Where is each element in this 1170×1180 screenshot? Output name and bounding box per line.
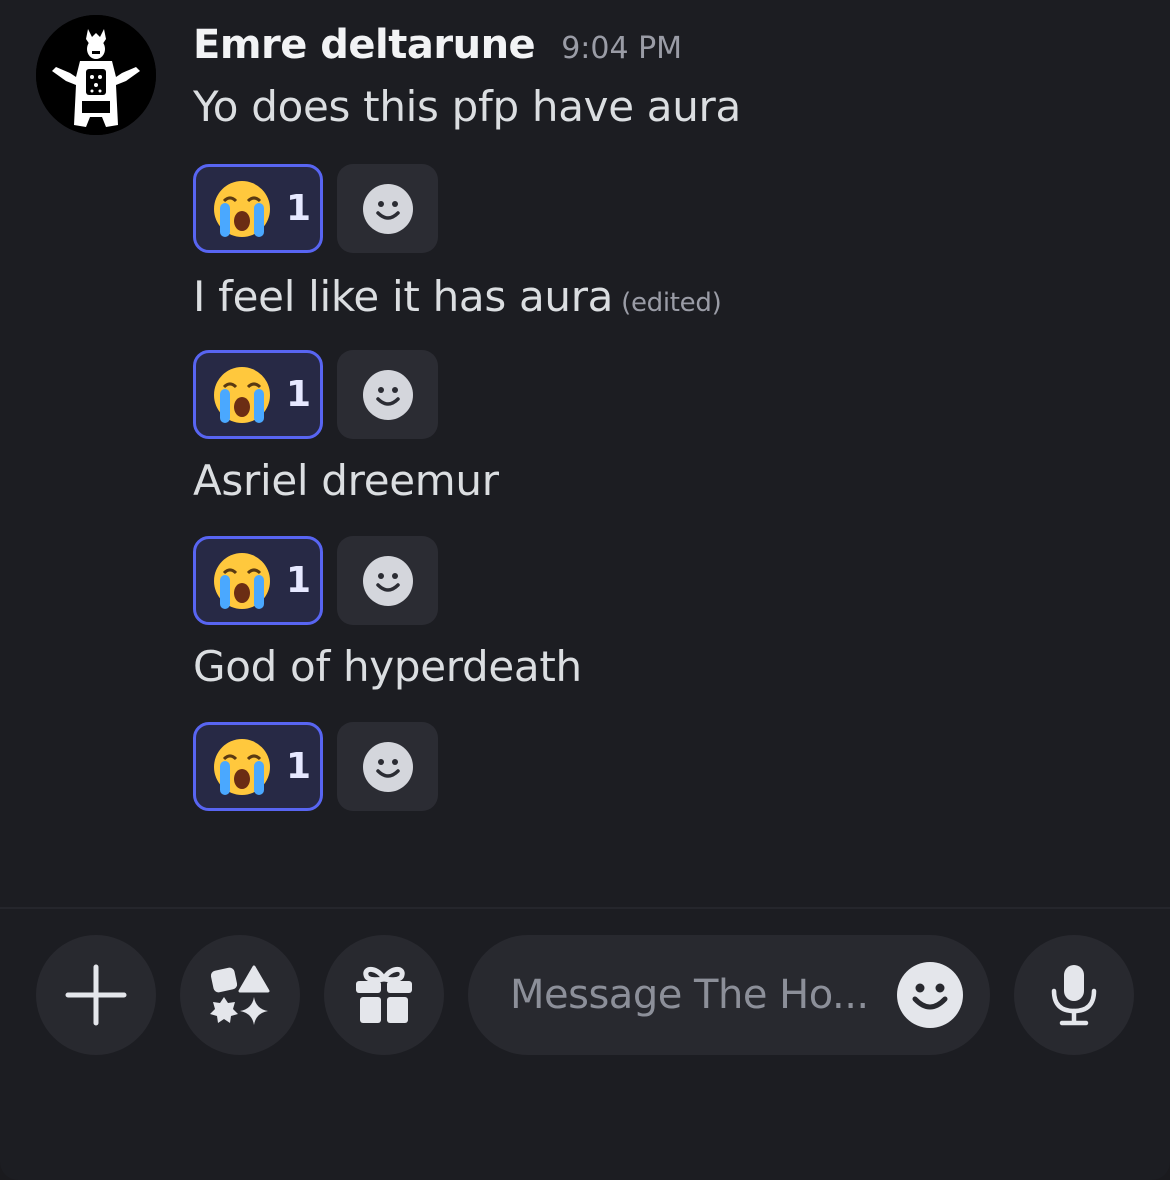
reaction-crying[interactable]: 1: [193, 350, 323, 439]
message-header: Emre deltarune 9:04 PM: [193, 22, 682, 78]
reaction-crying[interactable]: 1: [193, 536, 323, 625]
smiley-icon: [362, 183, 413, 234]
apps-button[interactable]: [180, 935, 300, 1055]
composer-divider: [0, 907, 1170, 909]
message-line[interactable]: I feel like it has aura (edited): [193, 272, 722, 321]
reaction-count: 1: [286, 188, 312, 229]
smiley-icon: [362, 369, 413, 420]
reaction-count: 1: [286, 374, 312, 415]
apps-icon: [210, 965, 270, 1025]
reaction-count: 1: [286, 746, 312, 787]
message-line[interactable]: Asriel dreemur: [193, 456, 499, 505]
message-line[interactable]: God of hyperdeath: [193, 642, 582, 691]
reaction-crying[interactable]: 1: [193, 164, 323, 253]
reaction-crying[interactable]: 1: [193, 722, 323, 811]
message-line[interactable]: Yo does this pfp have aura: [193, 82, 741, 131]
reaction-bar: 1: [193, 350, 438, 440]
message-text: Yo does this pfp have aura: [193, 82, 741, 131]
reaction-bar: 1: [193, 722, 438, 812]
author-name[interactable]: Emre deltarune: [193, 22, 536, 68]
reaction-bar: 1: [193, 164, 438, 254]
message-input[interactable]: [508, 971, 882, 1019]
reaction-count: 1: [286, 560, 312, 601]
message-text: Asriel dreemur: [193, 456, 499, 505]
smiley-icon: [362, 741, 413, 792]
edited-label: (edited): [621, 288, 722, 318]
microphone-icon: [1051, 965, 1097, 1026]
emoji-picker-icon[interactable]: [896, 961, 964, 1029]
loudly-crying-face-icon: [214, 366, 270, 423]
add-reaction-button[interactable]: [337, 536, 438, 625]
voice-message-button[interactable]: [1014, 935, 1134, 1055]
message-text: God of hyperdeath: [193, 642, 582, 691]
add-reaction-button[interactable]: [337, 164, 438, 253]
message-text: I feel like it has aura: [193, 272, 614, 321]
plus-icon: [65, 964, 127, 1026]
gift-icon: [356, 967, 412, 1023]
loudly-crying-face-icon: [214, 738, 270, 795]
smiley-icon: [362, 555, 413, 606]
add-reaction-button[interactable]: [337, 350, 438, 439]
loudly-crying-face-icon: [214, 180, 270, 237]
add-reaction-button[interactable]: [337, 722, 438, 811]
user-avatar[interactable]: [36, 15, 156, 135]
loudly-crying-face-icon: [214, 552, 270, 609]
message-timestamp: 9:04 PM: [561, 31, 683, 66]
gift-button[interactable]: [324, 935, 444, 1055]
attach-button[interactable]: [36, 935, 156, 1055]
reaction-bar: 1: [193, 536, 438, 626]
chat-window: Emre deltarune 9:04 PM Yo does this pfp …: [0, 0, 1170, 1180]
message-input-container[interactable]: [468, 935, 990, 1055]
